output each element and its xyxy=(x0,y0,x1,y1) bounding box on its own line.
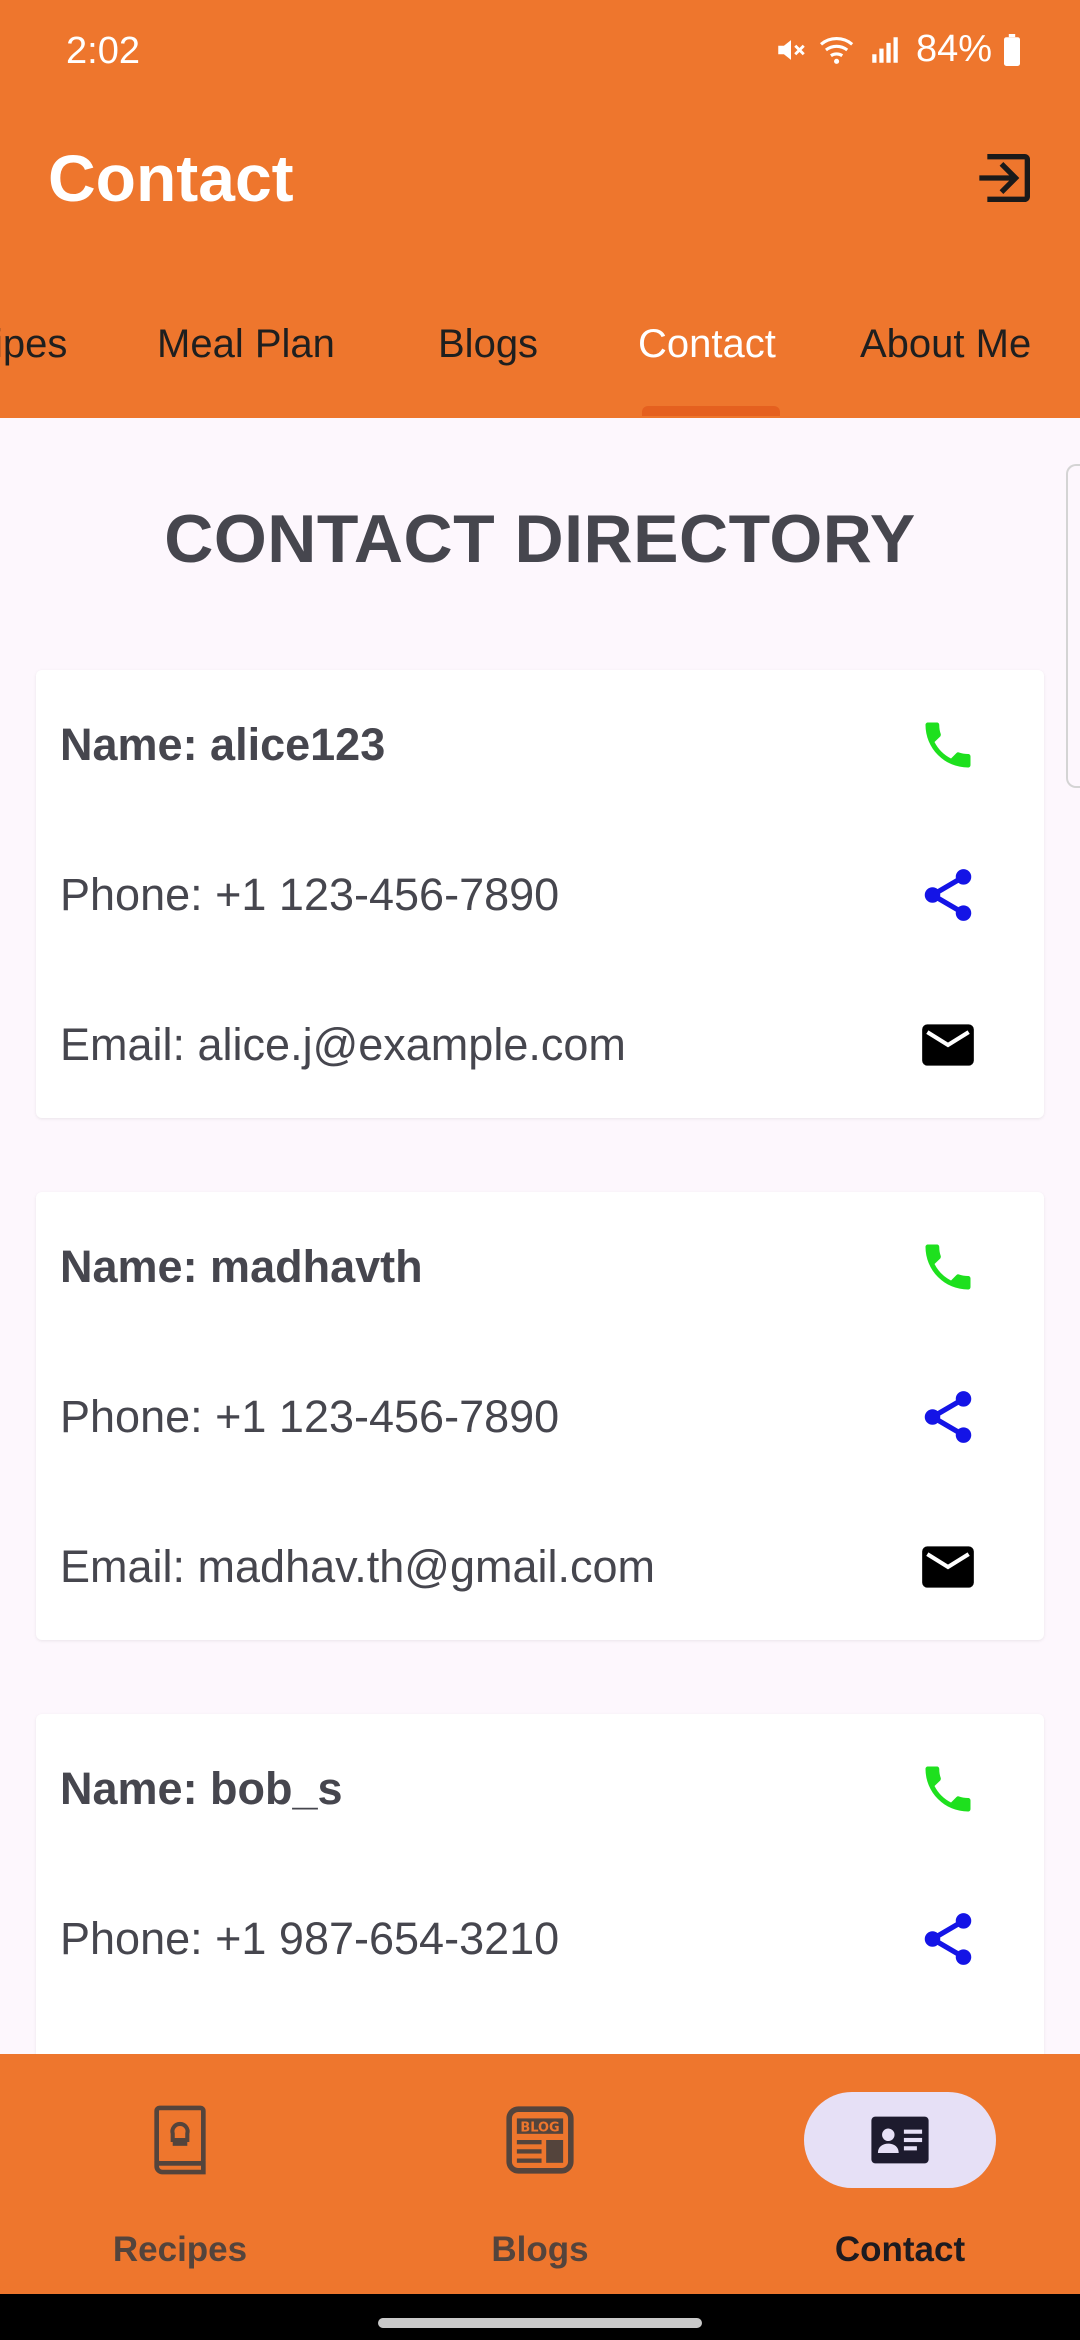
share-icon xyxy=(924,1913,972,1965)
status-bar: 2:02 84% xyxy=(0,0,1080,110)
page-title: Contact xyxy=(48,141,294,215)
email-button[interactable] xyxy=(912,1009,984,1081)
contact-name-row: Name: madhavth xyxy=(60,1192,1020,1342)
contact-directory-content[interactable]: CONTACT DIRECTORY Name: alice123 Phone: … xyxy=(0,418,1080,2054)
nav-label-contact: Contact xyxy=(834,2230,966,2269)
phone-icon xyxy=(925,1244,971,1290)
share-icon xyxy=(924,1391,972,1443)
status-icons: 84% xyxy=(774,28,1022,71)
email-button[interactable] xyxy=(912,1531,984,1603)
contact-name: Name: alice123 xyxy=(60,719,386,770)
mail-icon xyxy=(922,1546,974,1588)
battery-percent: 84% xyxy=(915,28,992,70)
directory-heading: CONTACT DIRECTORY xyxy=(164,501,916,577)
contact-email-row: Email: madhav.th@gmail.com xyxy=(60,1492,1020,1642)
share-button[interactable] xyxy=(912,1903,984,1975)
tab-bar: ipes Meal Plan Blogs Contact About Me xyxy=(0,300,1080,418)
contact-phone: Phone: +1 987-654-3210 xyxy=(60,1913,560,1964)
recipe-book-icon xyxy=(142,2102,218,2178)
contact-phone-row: Phone: +1 123-456-7890 xyxy=(60,1342,1020,1492)
tab-blogs[interactable]: Blogs xyxy=(438,322,538,367)
wifi-icon xyxy=(818,33,858,67)
share-button[interactable] xyxy=(912,1381,984,1453)
nav-item-contact[interactable]: Contact xyxy=(720,2054,1080,2294)
call-button[interactable] xyxy=(912,1753,984,1825)
status-time: 2:02 xyxy=(66,30,140,72)
contact-phone: Phone: +1 123-456-7890 xyxy=(60,1391,560,1442)
tab-contact[interactable]: Contact xyxy=(638,322,776,367)
contact-email-row: Email: alice.j@example.com xyxy=(60,970,1020,1120)
nav-item-recipes[interactable]: Recipes xyxy=(0,2054,360,2294)
signal-icon xyxy=(868,33,902,67)
svg-text:BLOG: BLOG xyxy=(520,2120,559,2135)
nav-label-recipes: Recipes xyxy=(112,2230,248,2269)
blog-icon: BLOG xyxy=(502,2102,578,2178)
tab-recipes[interactable]: ipes xyxy=(0,322,67,367)
system-gesture-bar xyxy=(0,2294,1080,2340)
nav-item-blogs[interactable]: BLOG Blogs xyxy=(360,2054,720,2294)
phone-icon xyxy=(925,722,971,768)
call-button[interactable] xyxy=(912,709,984,781)
mail-icon xyxy=(922,1024,974,1066)
contact-card: Name: madhavth Phone: +1 123-456-7890 Em… xyxy=(36,1192,1044,1640)
contact-phone: Phone: +1 123-456-7890 xyxy=(60,869,560,920)
contact-name-row: Name: bob_s xyxy=(60,1714,1020,1864)
call-button[interactable] xyxy=(912,1231,984,1303)
contact-card: Name: bob_s Phone: +1 987-654-3210 xyxy=(36,1714,1044,2054)
mute-icon xyxy=(774,33,808,67)
contact-email: Email: alice.j@example.com xyxy=(60,1019,626,1070)
top-app-bar: 2:02 84% Contact ipes Meal Plan Blogs Co… xyxy=(0,0,1080,418)
phone-icon xyxy=(925,1766,971,1812)
bottom-navigation: Recipes BLOG Blogs Contact xyxy=(0,2054,1080,2294)
tab-meal-plan[interactable]: Meal Plan xyxy=(157,322,335,367)
nav-label-blogs: Blogs xyxy=(491,2230,589,2269)
tab-about-me[interactable]: About Me xyxy=(860,322,1031,367)
contact-card: Name: alice123 Phone: +1 123-456-7890 Em… xyxy=(36,670,1044,1118)
logout-button[interactable] xyxy=(974,146,1038,210)
share-button[interactable] xyxy=(912,859,984,931)
contact-name-row: Name: alice123 xyxy=(60,670,1020,820)
active-tab-indicator xyxy=(642,406,780,416)
contact-phone-row: Phone: +1 123-456-7890 xyxy=(60,820,1020,970)
contact-email: Email: madhav.th@gmail.com xyxy=(60,1541,656,1592)
contact-phone-row: Phone: +1 987-654-3210 xyxy=(60,1864,1020,2014)
contact-name: Name: madhavth xyxy=(60,1241,423,1292)
logout-icon xyxy=(979,154,1030,202)
home-gesture-handle[interactable] xyxy=(378,2318,702,2328)
contact-name: Name: bob_s xyxy=(60,1763,343,1814)
share-icon xyxy=(924,869,972,921)
contact-card-icon xyxy=(862,2102,938,2178)
app-root: 2:02 84% Contact ipes Meal Plan Blogs Co… xyxy=(0,0,1080,2340)
battery-icon xyxy=(1002,33,1022,66)
